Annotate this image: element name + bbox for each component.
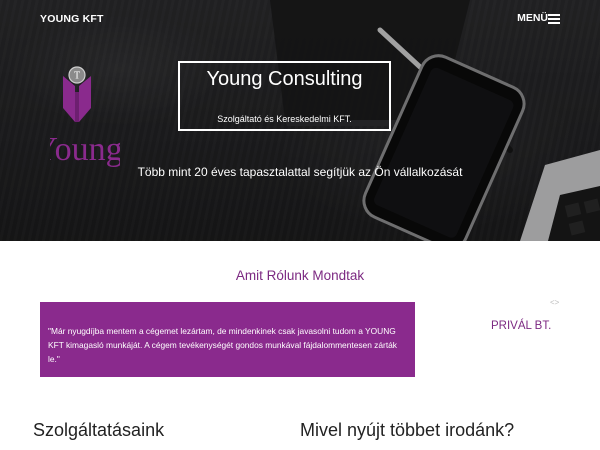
logo-wing-left [63,76,75,122]
menu-button[interactable]: MENÜ [517,12,548,24]
why-us-heading: Mivel nyújt többet irodánk? [300,420,515,440]
hero-title-box: Young Consulting Szolgáltató és Keresked… [178,61,391,131]
logo-stem [75,92,79,122]
logo-letter: T [74,71,80,82]
logo-text: Young [50,131,120,168]
testimonial-quote-box: "Már nyugdíjba mentem a cégemet lezártam… [40,302,415,377]
logo-wing-right [79,76,91,122]
testimonial-quote: "Már nyugdíjba mentem a cégemet lezártam… [48,326,397,364]
services-heading: Szolgáltatásaink [33,420,165,440]
slider-arrows-icon[interactable]: <> [550,298,559,307]
hamburger-icon[interactable] [548,14,560,24]
hero-subtitle: Szolgáltató és Kereskedelmi KFT. [217,114,352,124]
hero-title: Young Consulting [206,68,363,90]
testimonial-company: PRIVÁL BT. [491,320,552,332]
young-logo: T Young [50,66,120,168]
testimonials-title: Amit Rólunk Mondtak [235,268,365,283]
hero-tagline: Több mint 20 éves tapasztalattal segítjü… [137,165,463,179]
hero-section: YOUNG KFT MENÜ T Young Young Consulting … [0,0,600,241]
brand-link[interactable]: YOUNG KFT [40,13,104,25]
